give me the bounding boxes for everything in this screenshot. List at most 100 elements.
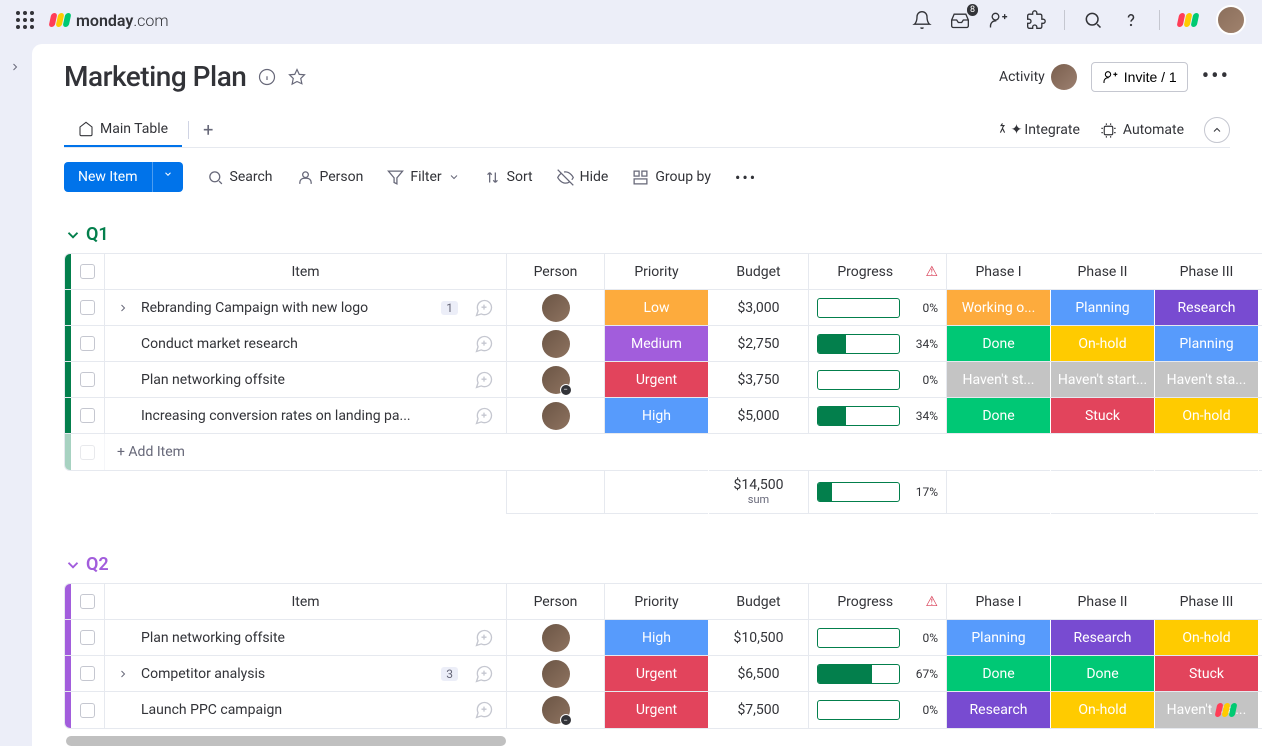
row-checkbox[interactable]	[80, 594, 95, 609]
person-filter-button[interactable]: Person	[297, 169, 364, 186]
invite-button[interactable]: Invite / 1	[1091, 62, 1188, 92]
phase1-cell[interactable]: Haven't st...	[947, 362, 1051, 397]
progress-cell[interactable]: 0%	[809, 362, 947, 397]
person-avatar[interactable]	[542, 294, 570, 322]
budget-cell[interactable]: $6,500	[709, 656, 809, 691]
board-options-icon[interactable]: •••	[1202, 64, 1230, 89]
progress-cell[interactable]: 0%	[809, 620, 947, 655]
apps-icon[interactable]	[1026, 10, 1046, 30]
favorite-icon[interactable]	[288, 68, 306, 86]
row-checkbox[interactable]	[80, 445, 95, 460]
sort-button[interactable]: Sort	[484, 169, 533, 186]
phase3-cell[interactable]: Research	[1155, 290, 1259, 325]
budget-cell[interactable]: $3,000	[709, 290, 809, 325]
budget-cell[interactable]: $7,500	[709, 692, 809, 728]
conversation-icon[interactable]	[466, 370, 494, 390]
phase1-cell[interactable]: Planning	[947, 620, 1051, 655]
inbox-icon[interactable]: 8	[950, 10, 970, 30]
table-row[interactable]: Increasing conversion rates on landing p…	[65, 398, 1262, 434]
tab-main-table[interactable]: Main Table	[64, 113, 182, 147]
item-title[interactable]: Conduct market research	[141, 336, 458, 352]
item-title[interactable]: Plan networking offsite	[141, 630, 458, 646]
person-avatar[interactable]	[542, 402, 570, 430]
person-avatar[interactable]	[542, 660, 570, 688]
expand-subitems-icon[interactable]	[117, 668, 133, 680]
search-everything-icon[interactable]	[1083, 10, 1103, 30]
conversation-icon[interactable]	[466, 334, 494, 354]
apps-menu-icon[interactable]	[16, 11, 34, 29]
table-row[interactable]: Plan networking offsite−Urgent$3,7500%Ha…	[65, 362, 1262, 398]
row-checkbox[interactable]	[80, 300, 95, 315]
priority-cell[interactable]: High	[605, 620, 709, 655]
group-by-button[interactable]: Group by	[632, 169, 711, 186]
priority-cell[interactable]: Urgent	[605, 656, 709, 691]
phase1-cell[interactable]: Done	[947, 398, 1051, 433]
phase1-cell[interactable]: Working o...	[947, 290, 1051, 325]
item-title[interactable]: Rebranding Campaign with new logo	[141, 300, 433, 316]
row-checkbox[interactable]	[80, 336, 95, 351]
row-checkbox[interactable]	[80, 630, 95, 645]
priority-cell[interactable]: High	[605, 398, 709, 433]
integrate-link[interactable]: ✦ Integrate	[994, 122, 1080, 139]
collapse-header-button[interactable]	[1204, 117, 1230, 143]
user-avatar[interactable]	[1216, 5, 1246, 35]
conversation-icon[interactable]	[466, 664, 494, 684]
budget-cell[interactable]: $10,500	[709, 620, 809, 655]
phase1-cell[interactable]: Done	[947, 656, 1051, 691]
priority-cell[interactable]: Urgent	[605, 362, 709, 397]
person-avatar[interactable]	[542, 330, 570, 358]
row-checkbox[interactable]	[80, 408, 95, 423]
item-title[interactable]: Launch PPC campaign	[141, 702, 458, 718]
help-icon[interactable]	[1121, 10, 1141, 30]
budget-cell[interactable]: $3,750	[709, 362, 809, 397]
conversation-icon[interactable]	[466, 298, 494, 318]
phase1-cell[interactable]: Research	[947, 692, 1051, 728]
add-item-row[interactable]: + Add Item	[65, 434, 1262, 470]
invite-members-icon[interactable]	[988, 10, 1008, 30]
item-title[interactable]: Competitor analysis	[141, 666, 433, 682]
phase2-cell[interactable]: Haven't start...	[1051, 362, 1155, 397]
filter-button[interactable]: Filter	[387, 169, 459, 186]
table-row[interactable]: Competitor analysis3Urgent$6,50067%DoneD…	[65, 656, 1262, 692]
person-avatar[interactable]	[542, 624, 570, 652]
group-header[interactable]: Q1	[64, 224, 1262, 245]
table-row[interactable]: Launch PPC campaign − Urgent$7,5000%Resear…	[65, 692, 1262, 728]
phase2-cell[interactable]: Stuck	[1051, 398, 1155, 433]
add-view-button[interactable]: +	[195, 120, 221, 141]
budget-cell[interactable]: $2,750	[709, 326, 809, 361]
horizontal-scrollbar[interactable]	[66, 736, 506, 746]
phase3-cell[interactable]: On-hold	[1155, 620, 1259, 655]
progress-cell[interactable]: 34%	[809, 326, 947, 361]
progress-cell[interactable]: 0%	[809, 692, 947, 728]
conversation-icon[interactable]	[466, 700, 494, 720]
conversation-icon[interactable]	[466, 628, 494, 648]
help-fab-icon[interactable]	[1208, 692, 1244, 728]
logo[interactable]: monday.com	[50, 11, 169, 30]
product-logo-icon[interactable]	[1178, 13, 1198, 27]
new-item-dropdown[interactable]	[152, 162, 183, 192]
expand-sidebar-button[interactable]	[4, 56, 26, 78]
person-avatar[interactable]: −	[542, 696, 570, 724]
info-icon[interactable]	[258, 68, 276, 86]
phase3-cell[interactable]: Stuck	[1155, 656, 1259, 691]
item-title[interactable]: Plan networking offsite	[141, 372, 458, 388]
row-checkbox[interactable]	[80, 372, 95, 387]
board-title[interactable]: Marketing Plan	[64, 60, 246, 93]
priority-cell[interactable]: Urgent	[605, 692, 709, 728]
phase2-cell[interactable]: On-hold	[1051, 692, 1155, 728]
row-checkbox[interactable]	[80, 666, 95, 681]
table-row[interactable]: Rebranding Campaign with new logo1Low$3,…	[65, 290, 1262, 326]
notifications-icon[interactable]	[912, 10, 932, 30]
phase2-cell[interactable]: Planning	[1051, 290, 1155, 325]
new-item-button[interactable]: New Item	[64, 162, 183, 192]
phase3-cell[interactable]: Haven't sta...	[1155, 362, 1259, 397]
progress-cell[interactable]: 0%	[809, 290, 947, 325]
priority-cell[interactable]: Low	[605, 290, 709, 325]
row-checkbox[interactable]	[80, 264, 95, 279]
row-checkbox[interactable]	[80, 703, 95, 718]
phase1-cell[interactable]: Done	[947, 326, 1051, 361]
expand-subitems-icon[interactable]	[117, 302, 133, 314]
phase2-cell[interactable]: Done	[1051, 656, 1155, 691]
automate-link[interactable]: Automate	[1100, 122, 1184, 139]
item-title[interactable]: Increasing conversion rates on landing p…	[141, 408, 458, 424]
